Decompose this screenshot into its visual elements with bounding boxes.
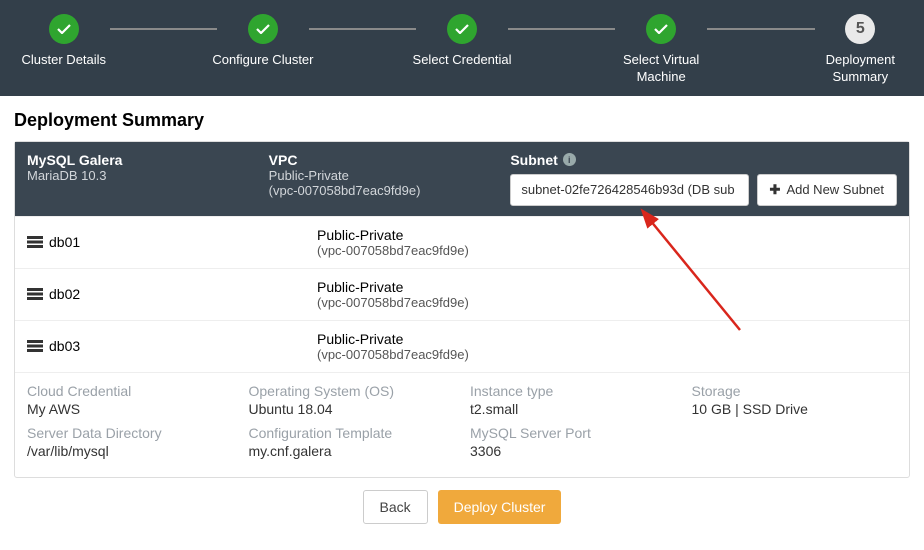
meta-value: /var/lib/mysql <box>27 443 233 459</box>
meta-value: 3306 <box>470 443 676 459</box>
meta-grid: Cloud Credential My AWS Server Data Dire… <box>15 372 909 477</box>
vpc-name: Public-Private <box>269 168 511 183</box>
meta-label: Cloud Credential <box>27 383 233 399</box>
subnet-select[interactable] <box>510 174 748 206</box>
step-cluster-details[interactable]: Cluster Details <box>10 14 118 69</box>
cluster-subtitle: MariaDB 10.3 <box>27 168 269 183</box>
cluster-title: MySQL Galera <box>27 152 269 168</box>
meta-label: Server Data Directory <box>27 425 233 441</box>
db-vpc-id: (vpc-007058bd7eac9fd9e) <box>317 295 607 310</box>
meta-value: My AWS <box>27 401 233 417</box>
actions: Back Deploy Cluster <box>14 478 910 536</box>
meta-value: 10 GB | SSD Drive <box>692 401 898 417</box>
plus-icon: ✚ <box>770 182 781 198</box>
summary-panel: MySQL Galera MariaDB 10.3 VPC Public-Pri… <box>14 141 910 478</box>
db-name: db01 <box>49 234 80 250</box>
database-icon <box>27 288 43 300</box>
vpc-id: (vpc-007058bd7eac9fd9e) <box>269 183 511 198</box>
page-title: Deployment Summary <box>14 110 910 131</box>
add-subnet-label: Add New Subnet <box>786 182 884 197</box>
check-icon <box>447 14 477 44</box>
db-name: db03 <box>49 338 80 354</box>
db-vpc-name: Public-Private <box>317 331 607 347</box>
subnet-label: Subnet <box>510 152 557 168</box>
step-label: Configure Cluster <box>212 52 313 69</box>
check-icon <box>646 14 676 44</box>
step-label: Cluster Details <box>22 52 107 69</box>
table-row: db02 Public-Private (vpc-007058bd7eac9fd… <box>15 268 909 320</box>
deploy-cluster-button[interactable]: Deploy Cluster <box>438 490 562 524</box>
step-label: Select Credential <box>413 52 512 69</box>
step-select-credential[interactable]: Select Credential <box>408 14 516 69</box>
step-connector <box>309 28 417 30</box>
meta-label: MySQL Server Port <box>470 425 676 441</box>
step-label: Select Virtual Machine <box>607 52 715 86</box>
step-connector <box>508 28 616 30</box>
summary-header: MySQL Galera MariaDB 10.3 VPC Public-Pri… <box>15 142 909 216</box>
step-connector <box>707 28 815 30</box>
stepper: Cluster Details Configure Cluster Select… <box>0 0 924 96</box>
step-deployment-summary[interactable]: 5 Deployment Summary <box>807 14 915 86</box>
step-label: Deployment Summary <box>807 52 915 86</box>
db-vpc-id: (vpc-007058bd7eac9fd9e) <box>317 347 607 362</box>
meta-value: my.cnf.galera <box>249 443 455 459</box>
database-icon <box>27 340 43 352</box>
step-number: 5 <box>845 14 875 44</box>
add-subnet-button[interactable]: ✚ Add New Subnet <box>757 174 897 206</box>
back-button[interactable]: Back <box>363 490 428 524</box>
check-icon <box>49 14 79 44</box>
meta-label: Storage <box>692 383 898 399</box>
meta-value: Ubuntu 18.04 <box>249 401 455 417</box>
table-row: db03 Public-Private (vpc-007058bd7eac9fd… <box>15 320 909 372</box>
db-vpc-name: Public-Private <box>317 279 607 295</box>
db-vpc-name: Public-Private <box>317 227 607 243</box>
meta-value: t2.small <box>470 401 676 417</box>
table-row: db01 Public-Private (vpc-007058bd7eac9fd… <box>15 216 909 268</box>
db-name: db02 <box>49 286 80 302</box>
vpc-label: VPC <box>269 152 511 168</box>
meta-label: Configuration Template <box>249 425 455 441</box>
meta-label: Instance type <box>470 383 676 399</box>
database-icon <box>27 236 43 248</box>
step-connector <box>110 28 218 30</box>
step-select-vm[interactable]: Select Virtual Machine <box>607 14 715 86</box>
step-configure-cluster[interactable]: Configure Cluster <box>209 14 317 69</box>
db-vpc-id: (vpc-007058bd7eac9fd9e) <box>317 243 607 258</box>
info-icon[interactable]: i <box>563 153 576 166</box>
check-icon <box>248 14 278 44</box>
meta-label: Operating System (OS) <box>249 383 455 399</box>
